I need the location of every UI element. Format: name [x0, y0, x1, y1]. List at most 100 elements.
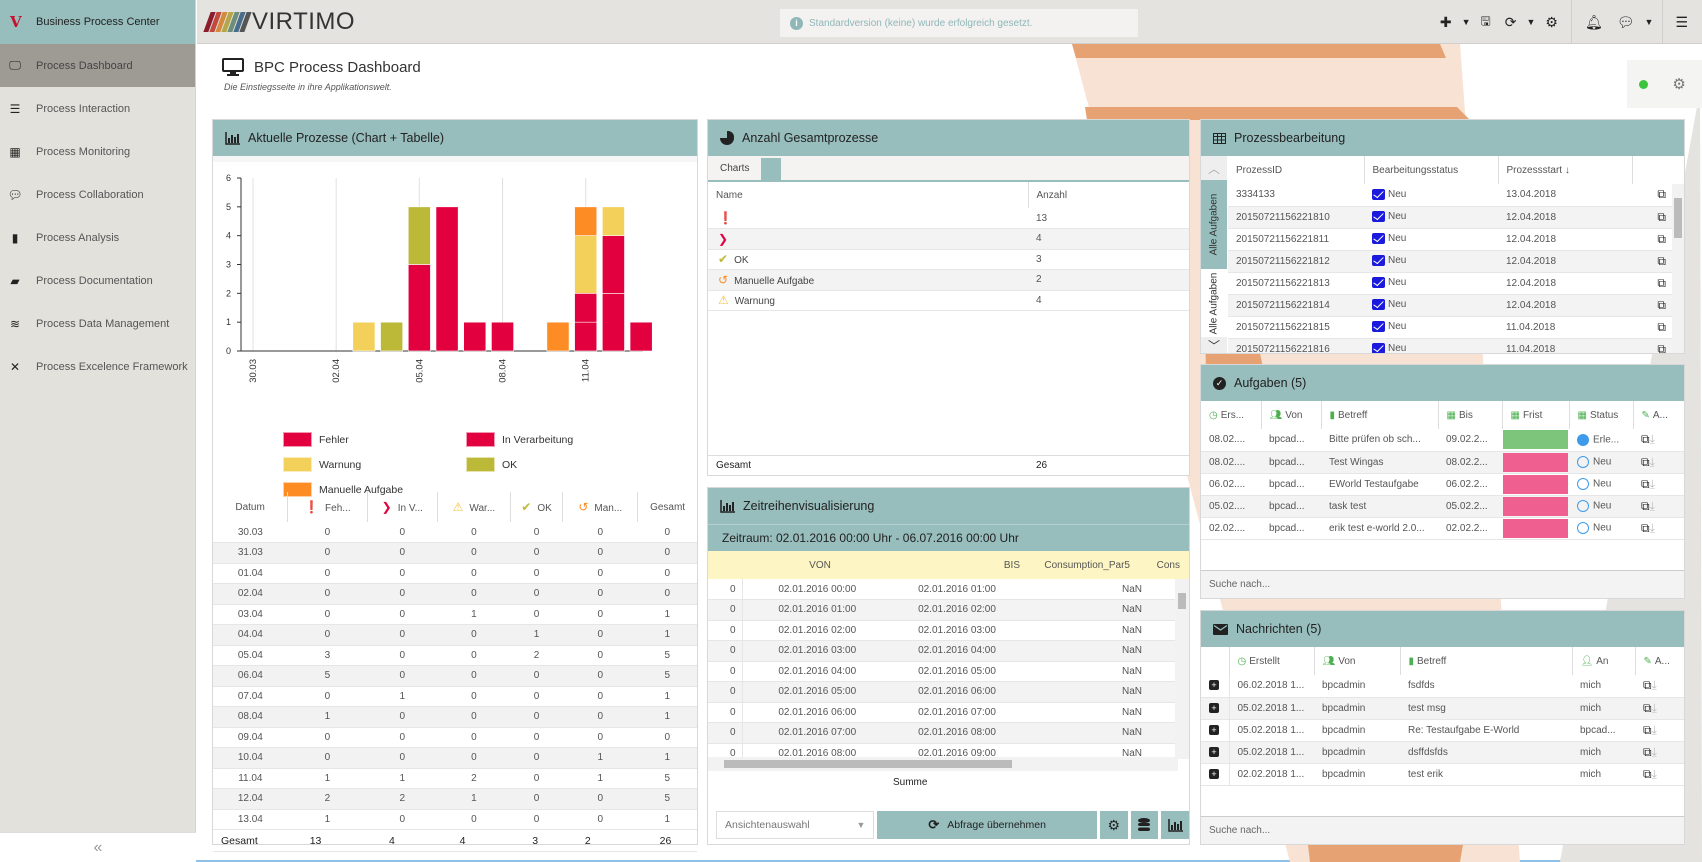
download-icon[interactable]: ⤓: [1652, 678, 1657, 692]
sidebar-item-process-collaboration[interactable]: 💬︎ Process Collaboration: [0, 173, 195, 216]
column-header-created[interactable]: ◷ Ers...: [1201, 401, 1262, 429]
table-row[interactable]: 20150721156221815 Neu 11.04.2018 ⧉: [1228, 316, 1684, 339]
column-header-bis[interactable]: BIS: [890, 560, 1020, 571]
vertical-scrollbar[interactable]: [1672, 184, 1684, 353]
plus-square-icon[interactable]: +: [1209, 724, 1219, 735]
table-row[interactable]: 3334133 Neu 13.04.2018 ⧉: [1228, 184, 1684, 207]
open-external-icon[interactable]: ⧉: [1643, 701, 1652, 715]
download-icon[interactable]: ⤓: [1650, 455, 1655, 469]
open-external-icon[interactable]: ⧉: [1641, 477, 1650, 491]
chat-icon[interactable]: 💬︎: [1610, 0, 1642, 43]
bell-icon[interactable]: 🔔︎: [1578, 0, 1610, 43]
list-item[interactable]: ✔ OK 3: [708, 249, 1189, 270]
download-icon[interactable]: ⤓: [1650, 521, 1655, 535]
column-header-actions[interactable]: ✎ A...: [1633, 401, 1684, 429]
plus-square-icon[interactable]: +: [1209, 768, 1219, 779]
column-header-cons[interactable]: Cons: [1130, 560, 1180, 571]
table-row[interactable]: 20150721156221812 Neu 12.04.2018 ⧉: [1228, 250, 1684, 273]
column-header[interactable]: ✔ OK: [510, 492, 564, 522]
sidebar-item-process-monitoring[interactable]: ▦ Process Monitoring: [0, 130, 195, 173]
column-header-deadline[interactable]: ▦ Frist: [1502, 401, 1570, 429]
open-external-icon[interactable]: ⧉: [1643, 745, 1652, 759]
column-header[interactable]: Gesamt: [638, 492, 697, 522]
sidebar-item-process-interaction[interactable]: ☰ Process Interaction: [0, 87, 195, 130]
column-header-created[interactable]: ◷ Erstellt: [1229, 647, 1315, 675]
download-icon[interactable]: ⤓: [1652, 723, 1657, 737]
column-header[interactable]: Datum: [213, 492, 289, 522]
table-row[interactable]: +05.02.2018 1... bpcadmin test msg mich ⧉⤓: [1201, 697, 1684, 720]
legend-item[interactable]: Warnung: [283, 457, 361, 472]
column-header-subject[interactable]: ▮ Betreff: [1321, 401, 1439, 429]
column-header-bearbeitungsstatus[interactable]: Bearbeitungsstatus: [1364, 156, 1499, 184]
chart-view-button[interactable]: [1161, 811, 1189, 839]
table-row[interactable]: 20150721156221814 Neu 12.04.2018 ⧉: [1228, 294, 1684, 317]
table-row[interactable]: +05.02.2018 1... bpcadmin Re: Testaufgabe …: [1201, 719, 1684, 742]
tab-active[interactable]: [761, 158, 782, 180]
scroll-up-tabs-button[interactable]: ︿: [1201, 156, 1227, 180]
tasks-search-input[interactable]: Suche nach...: [1201, 570, 1684, 598]
list-item[interactable]: ↺ Manuelle Aufgabe 2: [708, 269, 1189, 291]
column-header-anzahl[interactable]: Anzahl: [1028, 182, 1189, 208]
table-row[interactable]: 02.02.... bpcad... erik test e-world 2.0..…: [1201, 517, 1684, 540]
download-icon[interactable]: ⤓: [1650, 432, 1655, 446]
table-row[interactable]: 20150721156221813 Neu 12.04.2018 ⧉: [1228, 272, 1684, 295]
open-external-icon[interactable]: ⧉: [1643, 723, 1652, 737]
chat-dropdown-caret-icon[interactable]: ▼: [1642, 0, 1657, 43]
column-header-consumption-par5[interactable]: Consumption_Par5: [1020, 560, 1130, 571]
legend-item[interactable]: Fehler: [283, 432, 349, 447]
open-external-icon[interactable]: ⧉: [1657, 320, 1666, 334]
table-row[interactable]: +05.02.2018 1... bpcadmin dsffdsfds mich ⧉⤓: [1201, 741, 1684, 764]
column-header-von[interactable]: VON: [750, 560, 890, 571]
table-row[interactable]: +02.02.2018 1... bpcadmin test erik mich ⧉⤓: [1201, 763, 1684, 786]
open-external-icon[interactable]: ⧉: [1643, 678, 1652, 692]
plus-square-icon[interactable]: +: [1209, 746, 1219, 757]
list-item[interactable]: ⚠ Warnung 4: [708, 290, 1189, 311]
column-header-actions[interactable]: ✎ A...: [1635, 647, 1684, 675]
open-external-icon[interactable]: ⧉: [1641, 432, 1650, 446]
column-header[interactable]: ❗ Feh...: [287, 492, 368, 522]
open-external-icon[interactable]: ⧉: [1657, 187, 1666, 201]
table-row[interactable]: 20150721156221811 Neu 12.04.2018 ⧉: [1228, 228, 1684, 251]
horizontal-scrollbar[interactable]: [708, 757, 1178, 771]
menu-icon[interactable]: ☰: [1669, 0, 1702, 43]
column-header[interactable]: ❯ In V...: [367, 492, 439, 522]
sidebar-item-process-documentation[interactable]: ▰ Process Documentation: [0, 259, 195, 302]
legend-item[interactable]: In Verarbeitung: [466, 432, 573, 447]
open-external-icon[interactable]: ⧉: [1657, 210, 1666, 224]
list-item[interactable]: ❗ 13: [708, 208, 1189, 229]
apply-query-button[interactable]: ⟳ Abfrage übernehmen: [877, 811, 1097, 839]
column-header[interactable]: ⚠ War...: [437, 492, 511, 522]
brand[interactable]: V Business Process Center: [0, 0, 195, 44]
column-header[interactable]: ↺ Man...: [562, 492, 639, 522]
open-external-icon[interactable]: ⧉: [1657, 298, 1666, 312]
settings-gear-button[interactable]: ⚙: [1538, 0, 1565, 43]
download-icon[interactable]: ⤓: [1652, 745, 1657, 759]
open-external-icon[interactable]: ⧉: [1657, 254, 1666, 268]
collapse-sidebar-button[interactable]: «: [0, 832, 196, 862]
table-row[interactable]: +06.02.2018 1... bpcadmin fsdfds mich ⧉⤓: [1201, 675, 1684, 698]
table-row[interactable]: 08.02.... bpcad... Bitte prüfen ob sch... 0…: [1201, 429, 1684, 452]
sidebar-item-process-dashboard[interactable]: 🖵︎ Process Dashboard: [0, 44, 195, 87]
column-header-subject[interactable]: ▮ Betreff: [1400, 647, 1573, 675]
table-row[interactable]: 08.02.... bpcad... Test Wingas 08.02.2... Ne…: [1201, 451, 1684, 474]
column-header-from[interactable]: 👥︎ Von: [1261, 401, 1322, 429]
view-select[interactable]: Ansichtenauswahl ▼: [716, 811, 875, 839]
database-button[interactable]: [1130, 811, 1159, 839]
table-row[interactable]: 20150721156221816 Neu 11.04.2018 ⧉: [1228, 338, 1684, 353]
sidebar-item-process-analysis[interactable]: ▮ Process Analysis: [0, 216, 195, 259]
save-button[interactable]: 🖫: [1474, 0, 1498, 43]
download-icon[interactable]: ⤓: [1652, 701, 1657, 715]
table-row[interactable]: 06.02.... bpcad... EWorld Testaufgabe 06.02…: [1201, 473, 1684, 496]
download-icon[interactable]: ⤓: [1650, 477, 1655, 491]
open-external-icon[interactable]: ⧉: [1643, 767, 1652, 781]
messages-search-input[interactable]: Suche nach...: [1201, 816, 1684, 844]
sidebar-item-process-excelence-framework[interactable]: ✕ Process Excelence Framework: [0, 345, 195, 388]
table-row[interactable]: 05.02.... bpcad... task test 05.02.2... Neu ⧉…: [1201, 495, 1684, 518]
open-external-icon[interactable]: ⧉: [1641, 455, 1650, 469]
refresh-dropdown-caret-icon[interactable]: ▼: [1523, 0, 1538, 43]
list-item[interactable]: ❯ 4: [708, 228, 1189, 250]
column-header-to[interactable]: 👤︎ An: [1572, 647, 1636, 675]
sidebar-item-process-data-management[interactable]: ≋ Process Data Management: [0, 302, 195, 345]
dashboard-settings-gear-icon[interactable]: ⚙: [1672, 75, 1685, 93]
download-icon[interactable]: ⤓: [1650, 499, 1655, 513]
